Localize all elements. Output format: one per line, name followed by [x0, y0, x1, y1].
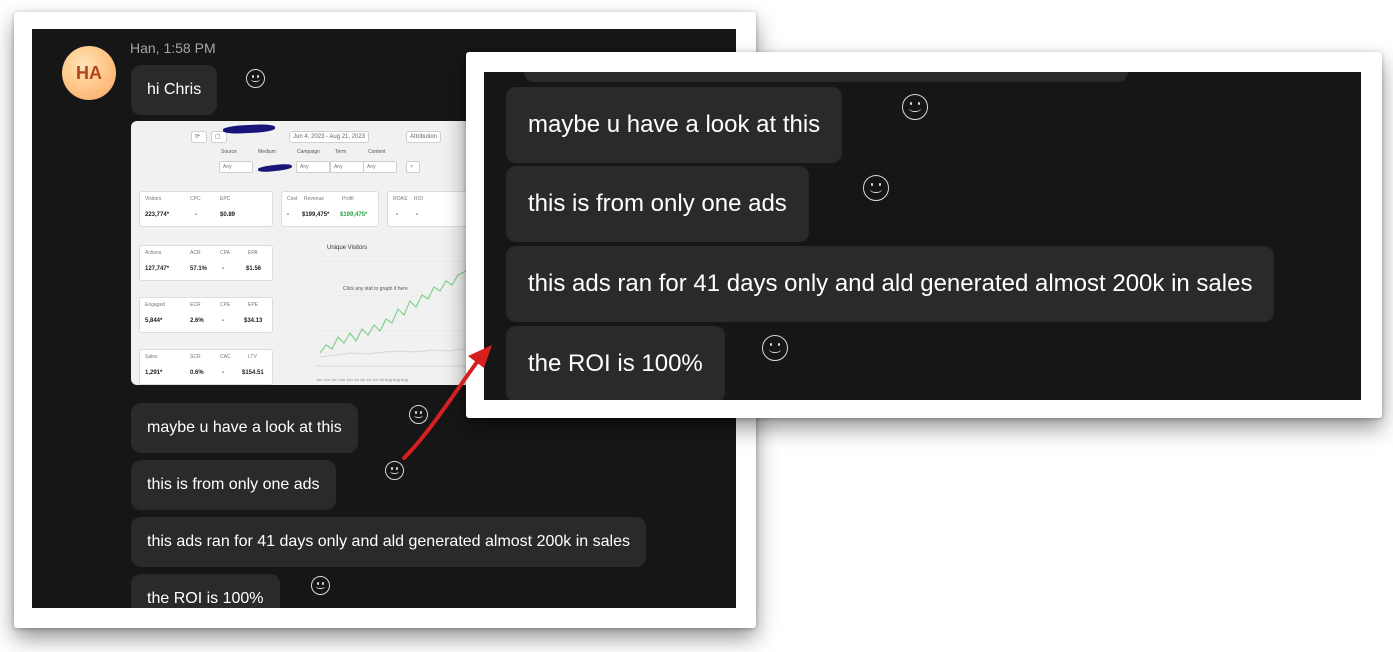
zoom-message-bubble[interactable]: this is from only one ads	[506, 166, 809, 242]
date-range-picker: Jun 4, 2023 - Aug 21, 2023	[289, 131, 370, 143]
metric-label: SCR	[190, 354, 201, 360]
attribution-button: Attribution	[406, 131, 442, 143]
metric-value: -	[287, 212, 289, 218]
zoom-message-bubble[interactable]: this ads ran for 41 days only and ald ge…	[506, 246, 1275, 322]
metric-label: Engaged	[145, 302, 166, 308]
metric-label: CPE	[220, 302, 231, 308]
message-text: the ROI is 100%	[528, 350, 703, 377]
filter-label: Source	[221, 149, 237, 155]
message-text: this is from only one ads	[528, 190, 787, 217]
filter-select: Any	[296, 161, 330, 173]
smiley-reaction-icon[interactable]	[311, 576, 330, 595]
metric-label: Visitors	[145, 196, 162, 202]
refresh-icon: ⟳	[191, 131, 207, 143]
metric-label: Sales	[145, 354, 158, 360]
metric-label: Revenue	[304, 196, 325, 202]
filter-label: Content	[368, 149, 386, 155]
metric-value: 127,747*	[145, 266, 170, 272]
message-text: this ads ran for 41 days only and ald ge…	[528, 270, 1253, 297]
metric-label: ROI	[414, 196, 423, 202]
message-bubble[interactable]: this ads ran for 41 days only and ald ge…	[131, 517, 646, 567]
metric-value: -	[396, 212, 398, 218]
message-text: the ROI is 100%	[147, 590, 264, 607]
unique-visitors-chart: Jun Jun Jun Jun Jun Jul Jul Jul Jul Jul …	[316, 260, 476, 382]
metric-label: EPC	[220, 196, 231, 202]
clear-filter-icon: ×	[406, 161, 420, 173]
message-bubble[interactable]: the ROI is 100%	[131, 574, 280, 608]
metric-value: -	[222, 266, 224, 272]
metric-value: -	[195, 212, 197, 218]
redacted-scribble	[257, 163, 293, 173]
metric-label: EPE	[248, 302, 259, 308]
metric-label: Profit	[342, 196, 354, 202]
redacted-scribble	[222, 123, 276, 135]
metric-value: $1.56	[246, 266, 262, 272]
metric-group-roas: ROAS ROI - -	[387, 191, 476, 227]
metric-value: 0.6%	[190, 370, 204, 376]
metric-value: 223,774*	[145, 212, 170, 218]
message-bubble[interactable]: hi Chris	[131, 65, 218, 115]
metric-value: 57.1%	[190, 266, 208, 272]
metric-label: ROAS	[393, 196, 408, 202]
dashboard-image-attachment[interactable]: ⟳ ▢ Jun 4, 2023 - Aug 21, 2023 Attributi…	[131, 121, 476, 385]
message-bubble[interactable]: maybe u have a look at this	[131, 403, 358, 453]
metric-value: 1,291*	[145, 370, 163, 376]
cut-off-bubble	[524, 72, 1128, 82]
metric-value: $154.51	[242, 370, 264, 376]
zoom-message-bubble[interactable]: maybe u have a look at this	[506, 87, 843, 163]
filter-select: Any	[330, 161, 364, 173]
metric-label: CPA	[220, 250, 230, 256]
filter-label: Campaign	[297, 149, 320, 155]
metric-label: ECR	[190, 302, 201, 308]
smiley-reaction-icon[interactable]	[409, 405, 428, 424]
metric-value: $199,475*	[302, 212, 330, 218]
smiley-reaction-icon[interactable]	[863, 175, 889, 201]
sender-name-time: Han, 1:58 PM	[130, 40, 216, 56]
message-text: hi Chris	[147, 81, 202, 98]
metric-value: $34.13	[244, 318, 263, 324]
smiley-reaction-icon[interactable]	[246, 69, 265, 88]
sender-avatar[interactable]: HA	[62, 46, 116, 100]
metric-label: CAC	[220, 354, 231, 360]
metric-label: EPA	[248, 250, 258, 256]
avatar-initials: HA	[76, 62, 102, 83]
zoom-message-bubble[interactable]: the ROI is 100%	[506, 326, 725, 400]
metric-label: Actions	[145, 250, 162, 256]
metric-label: Cost	[287, 196, 298, 202]
calendar-icon: ▢	[211, 131, 227, 143]
metric-value: 5,844*	[145, 318, 163, 324]
metric-value: -	[222, 370, 224, 376]
metric-label: LTV	[248, 354, 257, 360]
zoomed-chat-window: maybe u have a look at this this is from…	[484, 72, 1361, 400]
message-text: this is from only one ads	[147, 476, 320, 493]
metric-label: ACR	[190, 250, 201, 256]
chart-line-visitors	[319, 264, 476, 354]
smiley-reaction-icon[interactable]	[385, 461, 404, 480]
message-text: maybe u have a look at this	[528, 111, 821, 138]
svg-text:Jun Jun Jun Jun Jun Jul Jul Ju: Jun Jun Jun Jun Jun Jul Jul Jul Jul Jul …	[316, 377, 408, 382]
metric-group-engaged: Engaged ECR CPE EPE 5,844* 2.6% - $34.13	[139, 297, 273, 333]
smiley-reaction-icon[interactable]	[762, 335, 788, 361]
filter-select: Any	[219, 161, 253, 173]
metric-group-sales: Sales SCR CAC LTV 1,291* 0.6% - $154.51	[139, 349, 273, 385]
metric-value: -	[222, 318, 224, 324]
filter-label: Term	[335, 149, 347, 155]
metric-value: $199,475*	[340, 212, 368, 218]
message-text: this ads ran for 41 days only and ald ge…	[147, 533, 630, 550]
metric-value: 2.6%	[190, 318, 204, 324]
message-text: maybe u have a look at this	[147, 419, 342, 436]
metric-group-actions: Actions ACR CPA EPA 127,747* 57.1% - $1.…	[139, 245, 273, 281]
chart-line-secondary	[319, 348, 476, 358]
metric-value: -	[416, 212, 418, 218]
zoomed-callout-card: maybe u have a look at this this is from…	[466, 52, 1382, 418]
metric-group-visitors: Visitors CPC EPC 223,774* - $0.89	[139, 191, 273, 227]
metric-group-revenue: Cost Revenue Profit - $199,475* $199,475…	[281, 191, 379, 227]
filter-select: Any	[363, 161, 397, 173]
metric-label: CPC	[190, 196, 201, 202]
message-bubble[interactable]: this is from only one ads	[131, 460, 336, 510]
smiley-reaction-icon[interactable]	[902, 94, 928, 120]
filter-label: Medium	[258, 149, 276, 155]
metric-value: $0.89	[220, 212, 236, 218]
